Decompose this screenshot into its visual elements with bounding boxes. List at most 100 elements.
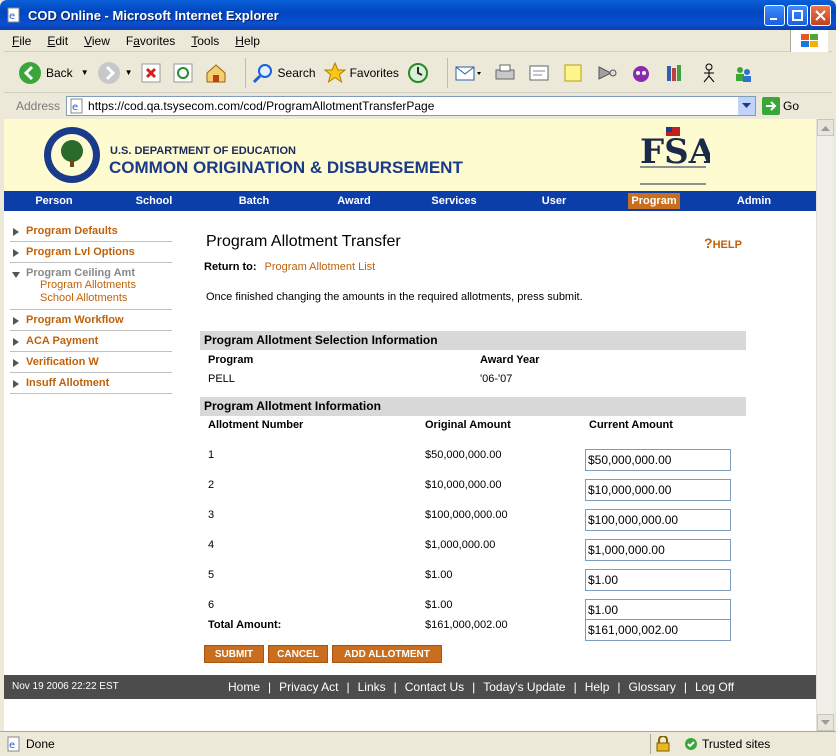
svg-text:e: e bbox=[9, 11, 15, 22]
leftnav-item[interactable]: Program Defaults bbox=[10, 221, 172, 242]
leftnav-item[interactable]: Program Ceiling Amt Program Allotments Sch… bbox=[10, 263, 172, 310]
footer-separator: | bbox=[683, 680, 687, 694]
footer-link[interactable]: Privacy Act bbox=[279, 675, 338, 699]
menu-bar: File Edit View Favorites Tools Help bbox=[4, 30, 832, 52]
total-current-input[interactable] bbox=[585, 619, 731, 641]
footer-link[interactable]: Log Off bbox=[695, 675, 734, 699]
favorites-button[interactable]: Favorites bbox=[323, 61, 399, 84]
help-link[interactable]: ?HELP bbox=[704, 235, 742, 251]
footer-separator: | bbox=[393, 680, 397, 694]
forward-button[interactable]: ▼ bbox=[97, 61, 133, 85]
svg-text:e: e bbox=[9, 740, 15, 751]
leftnav-item[interactable]: ACA Payment bbox=[10, 331, 172, 352]
address-input[interactable]: e https://cod.qa.tsysecom.com/cod/Progra… bbox=[66, 96, 757, 116]
edit-button[interactable] bbox=[528, 62, 554, 84]
discuss-button[interactable] bbox=[562, 62, 588, 84]
maximize-icon bbox=[792, 10, 803, 21]
back-button[interactable]: Back ▼ bbox=[18, 61, 89, 85]
minimize-button[interactable] bbox=[764, 5, 785, 26]
home-button[interactable] bbox=[205, 62, 231, 84]
footer-link[interactable]: Links bbox=[358, 675, 386, 699]
history-button[interactable] bbox=[407, 62, 433, 84]
nav-school[interactable]: School bbox=[104, 191, 204, 211]
print-button[interactable] bbox=[494, 62, 520, 84]
scroll-up-button[interactable] bbox=[817, 119, 834, 136]
nav-award[interactable]: Award bbox=[304, 191, 404, 211]
footer-link[interactable]: Glossary bbox=[629, 675, 676, 699]
menu-tools[interactable]: Tools bbox=[183, 34, 227, 48]
scroll-down-button[interactable] bbox=[817, 714, 834, 731]
refresh-button[interactable] bbox=[173, 63, 197, 83]
close-button[interactable] bbox=[810, 5, 831, 26]
leftnav-subitem[interactable]: School Allotments bbox=[10, 292, 172, 305]
forward-arrow-icon bbox=[97, 61, 120, 84]
stop-icon bbox=[141, 63, 161, 82]
leftnav-label: Program Workflow bbox=[26, 314, 124, 326]
menu-file[interactable]: File bbox=[4, 34, 39, 48]
forward-dropdown-icon[interactable]: ▼ bbox=[125, 68, 133, 77]
vertical-scrollbar[interactable] bbox=[816, 119, 834, 731]
footer-link[interactable]: Help bbox=[585, 675, 610, 699]
chevron-down-icon bbox=[742, 103, 752, 108]
cancel-button[interactable]: CANCEL bbox=[268, 645, 328, 663]
footer-separator: | bbox=[617, 680, 621, 694]
go-button[interactable]: Go bbox=[762, 97, 799, 115]
menu-view[interactable]: View bbox=[76, 34, 118, 48]
return-to: Return to: Program Allotment List bbox=[204, 261, 375, 273]
maximize-button[interactable] bbox=[787, 5, 808, 26]
footer-link[interactable]: Today's Update bbox=[483, 675, 565, 699]
original-amount: $50,000,000.00 bbox=[425, 449, 502, 461]
printer-icon bbox=[495, 64, 515, 79]
nav-admin[interactable]: Admin bbox=[704, 191, 804, 211]
current-amount-input[interactable] bbox=[585, 539, 731, 561]
leftnav-item[interactable]: Insuff Allotment bbox=[10, 373, 172, 394]
help-question-icon: ? bbox=[704, 235, 713, 251]
triangle-down-icon bbox=[12, 272, 20, 278]
add-allotment-button[interactable]: ADD ALLOTMENT bbox=[332, 645, 442, 663]
page-icon: e bbox=[70, 98, 83, 114]
nav-user[interactable]: User bbox=[504, 191, 604, 211]
status-bar: e Done Trusted sites bbox=[0, 731, 836, 756]
footer-link[interactable]: Home bbox=[228, 675, 260, 699]
menu-help[interactable]: Help bbox=[227, 34, 268, 48]
footer-link[interactable]: Contact Us bbox=[405, 675, 464, 699]
triangle-right-icon bbox=[13, 380, 19, 388]
stop-button[interactable] bbox=[141, 63, 165, 83]
leftnav-item[interactable]: Program Workflow bbox=[10, 310, 172, 331]
return-link[interactable]: Program Allotment List bbox=[265, 261, 376, 273]
total-label: Total Amount: bbox=[208, 619, 282, 631]
back-arrow-icon bbox=[19, 61, 41, 84]
search-button[interactable]: Search bbox=[252, 62, 316, 84]
triangle-right-icon bbox=[13, 317, 19, 325]
leftnav-subitem[interactable]: Program Allotments bbox=[10, 279, 172, 292]
person-button[interactable] bbox=[698, 62, 724, 84]
current-amount-input[interactable] bbox=[585, 479, 731, 501]
menu-edit[interactable]: Edit bbox=[39, 34, 76, 48]
back-dropdown-icon[interactable]: ▼ bbox=[81, 68, 89, 77]
mail-button[interactable] bbox=[454, 62, 486, 84]
current-amount-input[interactable] bbox=[585, 599, 731, 621]
menu-favorites[interactable]: Favorites bbox=[118, 34, 183, 48]
research-button[interactable] bbox=[596, 62, 622, 84]
address-dropdown-button[interactable] bbox=[738, 97, 756, 115]
submit-button[interactable]: SUBMIT bbox=[204, 645, 264, 663]
original-amount: $1.00 bbox=[425, 599, 453, 611]
nav-batch[interactable]: Batch bbox=[204, 191, 304, 211]
leftnav-item[interactable]: Program Lvl Options bbox=[10, 242, 172, 263]
contacts-button[interactable] bbox=[732, 62, 758, 84]
footer-separator: | bbox=[472, 680, 476, 694]
current-amount-input[interactable] bbox=[585, 509, 731, 531]
nav-program[interactable]: Program bbox=[628, 193, 680, 209]
page-title: Program Allotment Transfer bbox=[206, 233, 401, 250]
window-titlebar[interactable]: e COD Online - Microsoft Internet Explor… bbox=[0, 0, 836, 30]
leftnav-item[interactable]: Verification W bbox=[10, 352, 172, 373]
current-amount-input[interactable] bbox=[585, 449, 731, 471]
original-amount: $100,000,000.00 bbox=[425, 509, 508, 521]
bookshelf-button[interactable] bbox=[664, 62, 690, 84]
svg-text:e: e bbox=[72, 102, 78, 113]
nav-services[interactable]: Services bbox=[404, 191, 504, 211]
messenger-button[interactable] bbox=[630, 62, 656, 84]
nav-person[interactable]: Person bbox=[4, 191, 104, 211]
bookshelf-icon bbox=[666, 64, 681, 81]
current-amount-input[interactable] bbox=[585, 569, 731, 591]
